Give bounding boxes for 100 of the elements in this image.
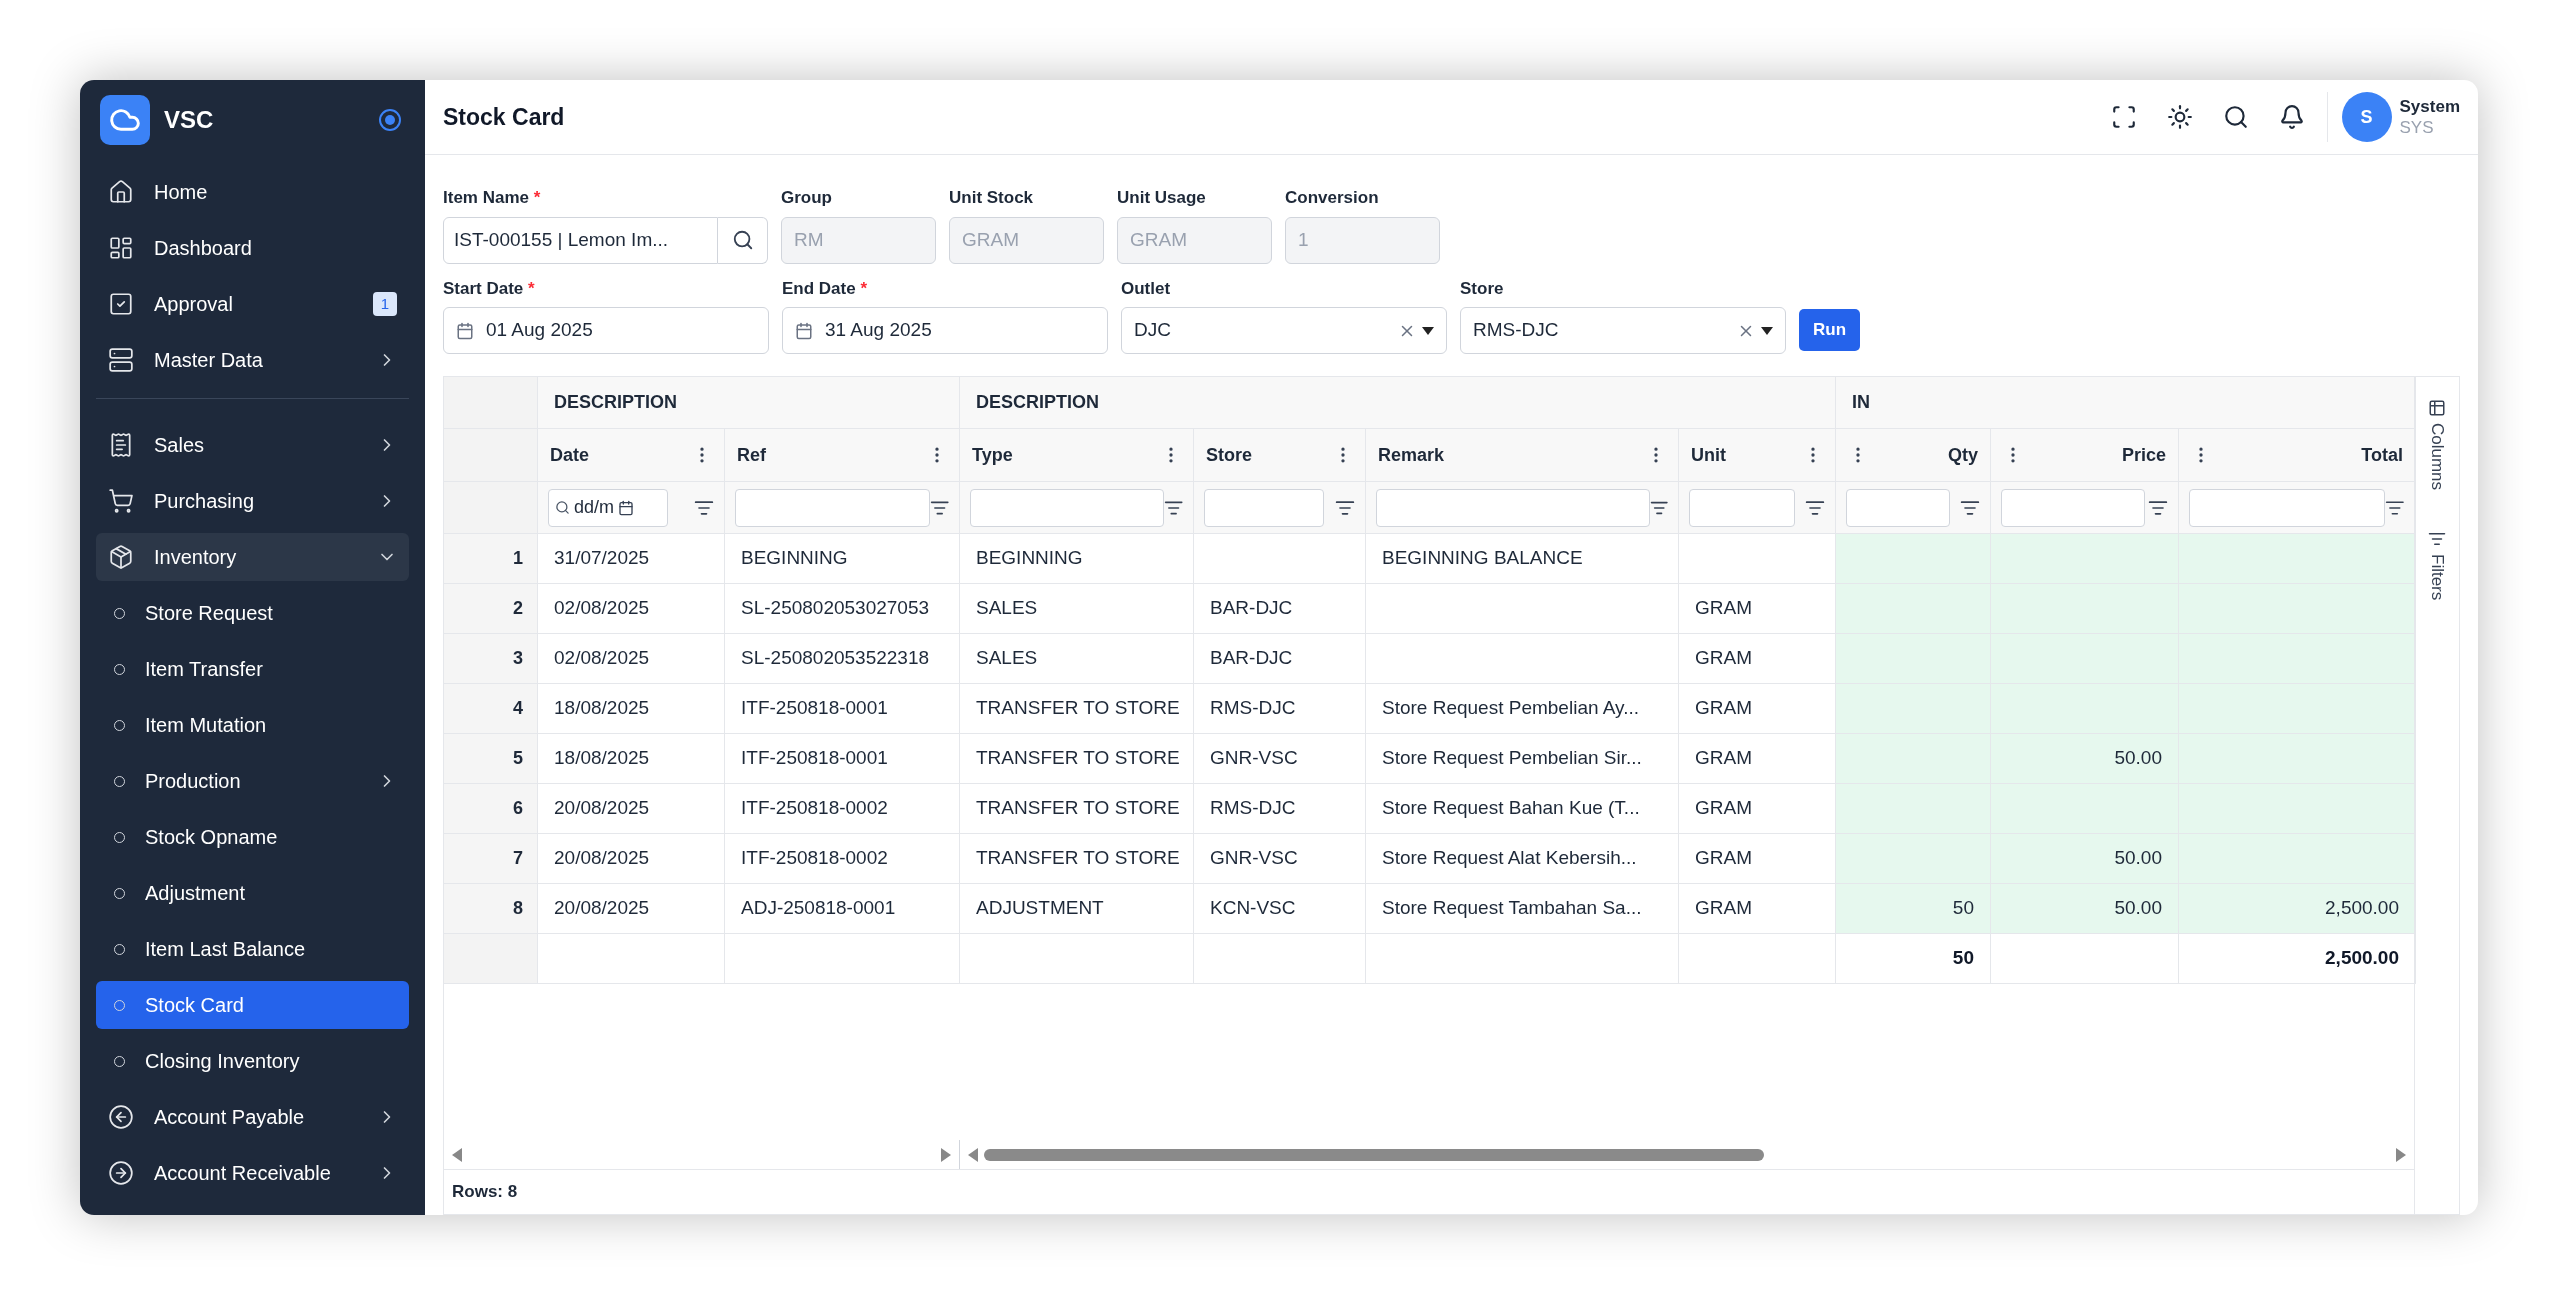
column-header[interactable]: Total (2179, 429, 2416, 482)
filter-field[interactable] (2001, 488, 2145, 527)
fullscreen-icon[interactable] (2110, 104, 2137, 130)
calendar-icon[interactable] (618, 499, 635, 516)
table-cell: GNR-VSC (1194, 834, 1366, 884)
column-header[interactable]: Store (1194, 429, 1366, 482)
field-label: Group (781, 187, 833, 209)
filter-field[interactable] (1689, 488, 1795, 527)
sidebar-item[interactable]: Item Last Balance (96, 925, 409, 973)
column-header[interactable]: Qty (1836, 429, 1991, 482)
column-group-header: DESCRIPTION (960, 377, 1836, 429)
table-cell: SALES (960, 634, 1194, 684)
toggle-icon[interactable] (379, 109, 401, 131)
sidebar-item[interactable]: Closing Inventory (96, 1037, 409, 1085)
sidebar-item[interactable]: Item Mutation (96, 701, 409, 749)
row-number: 3 (444, 634, 538, 684)
table-cell: 18/08/2025 (538, 734, 725, 784)
table-icon (2428, 399, 2446, 417)
sidebar-item[interactable]: Inventory (96, 533, 409, 581)
dropdown[interactable]: DJC (1121, 307, 1447, 354)
sidebar-item[interactable]: Dashboard (96, 224, 409, 272)
filter-field[interactable] (2189, 488, 2386, 527)
sun-icon[interactable] (2166, 104, 2193, 130)
column-header[interactable]: Ref (725, 429, 960, 482)
scroll-right-icon[interactable] (2396, 1147, 2406, 1162)
sidebar-item[interactable]: Stock Card (96, 981, 409, 1029)
sidebar-item[interactable]: Adjustment (96, 869, 409, 917)
table-cell: BAR-DJC (1194, 584, 1366, 634)
column-header[interactable]: Price (1991, 429, 2179, 482)
input-field[interactable]: IST-000155 | Lemon Im... (443, 216, 718, 264)
filter-field[interactable] (970, 488, 1164, 527)
sidebar-item[interactable]: Account Receivable (96, 1149, 409, 1197)
left-arrow-circle-icon (108, 1104, 134, 1130)
filter-field[interactable] (735, 488, 930, 527)
date-field[interactable]: 01 Aug 2025 (443, 307, 769, 354)
field-label: Unit Usage (1117, 187, 1207, 209)
column-header[interactable]: Remark (1366, 429, 1679, 482)
sidebar-item[interactable]: Account Payable (96, 1093, 409, 1141)
total-cell: 50 (1836, 934, 1991, 984)
page-title: Stock Card (443, 102, 566, 132)
total-cell: 2,500.00 (2179, 934, 2416, 984)
brand-name: VSC (164, 105, 215, 135)
column-header[interactable]: Unit (1679, 429, 1836, 482)
table-cell: TRANSFER TO STORE (960, 834, 1194, 884)
sidebar-item[interactable]: Approval 1 (96, 280, 409, 328)
row-count: Rows: 8 (452, 1181, 518, 1204)
receipt-icon (108, 432, 134, 458)
row-number: 6 (444, 784, 538, 834)
right-arrow-circle-icon (108, 1160, 134, 1186)
column-header[interactable]: Type (960, 429, 1194, 482)
user-name: System (2399, 95, 2460, 117)
caret-icon (1761, 326, 1773, 335)
search-icon[interactable] (2222, 104, 2249, 130)
table-cell: SL-250802053027053 (725, 584, 960, 634)
sidebar-item[interactable]: Production (96, 757, 409, 805)
count-badge: 1 (372, 291, 397, 317)
filter-field[interactable] (1846, 488, 1950, 527)
calendar-icon (456, 321, 474, 340)
run-button[interactable]: Run (1799, 309, 1861, 351)
table-cell: Store Request Pembelian Sir... (1366, 734, 1679, 784)
sidebar-item[interactable]: Store Request (96, 589, 409, 637)
caret-icon (1422, 326, 1434, 335)
scrollbar-thumb[interactable] (984, 1148, 1764, 1161)
table-cell: BEGINNING (960, 534, 1194, 584)
filter-field[interactable] (1204, 488, 1324, 527)
sidebar-item[interactable]: Stock Opname (96, 813, 409, 861)
table-cell: ADJUSTMENT (960, 884, 1194, 934)
field-label: Item Name * (443, 187, 542, 209)
sidebar-item[interactable]: Home (96, 168, 409, 216)
scroll-right-icon[interactable] (941, 1147, 951, 1162)
scroll-left-icon[interactable] (968, 1147, 978, 1162)
table-cell: 31/07/2025 (538, 534, 725, 584)
filters-panel-tab[interactable]: Filters (2424, 530, 2450, 601)
table-cell: Store Request Pembelian Ay... (1366, 684, 1679, 734)
column-group-header: DESCRIPTION (538, 377, 960, 429)
column-header[interactable]: Date (538, 429, 725, 482)
sidebar-item[interactable]: Master Data (96, 336, 409, 384)
columns-panel-tab[interactable]: Columns (2424, 399, 2450, 491)
table-cell: KCN-VSC (1194, 884, 1366, 934)
row-number: 8 (444, 884, 538, 934)
table-cell: BAR-DJC (1194, 634, 1366, 684)
sidebar-item[interactable]: Purchasing (96, 477, 409, 525)
field-label: Start Date * (443, 277, 536, 300)
table-cell: 18/08/2025 (538, 684, 725, 734)
user-code: SYS (2399, 117, 2435, 139)
search-button[interactable] (718, 216, 768, 264)
checkbox-icon (108, 291, 134, 317)
date-filter-field[interactable]: dd/m (548, 488, 668, 527)
sidebar-item[interactable]: Sales (96, 421, 409, 469)
scroll-left-icon[interactable] (452, 1147, 462, 1162)
table-cell: ADJ-250818-0001 (725, 884, 960, 934)
bell-icon[interactable] (2278, 104, 2305, 130)
date-field[interactable]: 31 Aug 2025 (782, 307, 1108, 354)
avatar[interactable]: S (2341, 92, 2392, 142)
table-cell: BEGINNING (725, 534, 960, 584)
row-number: 2 (444, 584, 538, 634)
filter-field[interactable] (1376, 488, 1650, 527)
sidebar-item[interactable]: Item Transfer (96, 645, 409, 693)
dropdown[interactable]: RMS-DJC (1460, 307, 1786, 354)
table-cell: SL-250802053522318 (725, 634, 960, 684)
